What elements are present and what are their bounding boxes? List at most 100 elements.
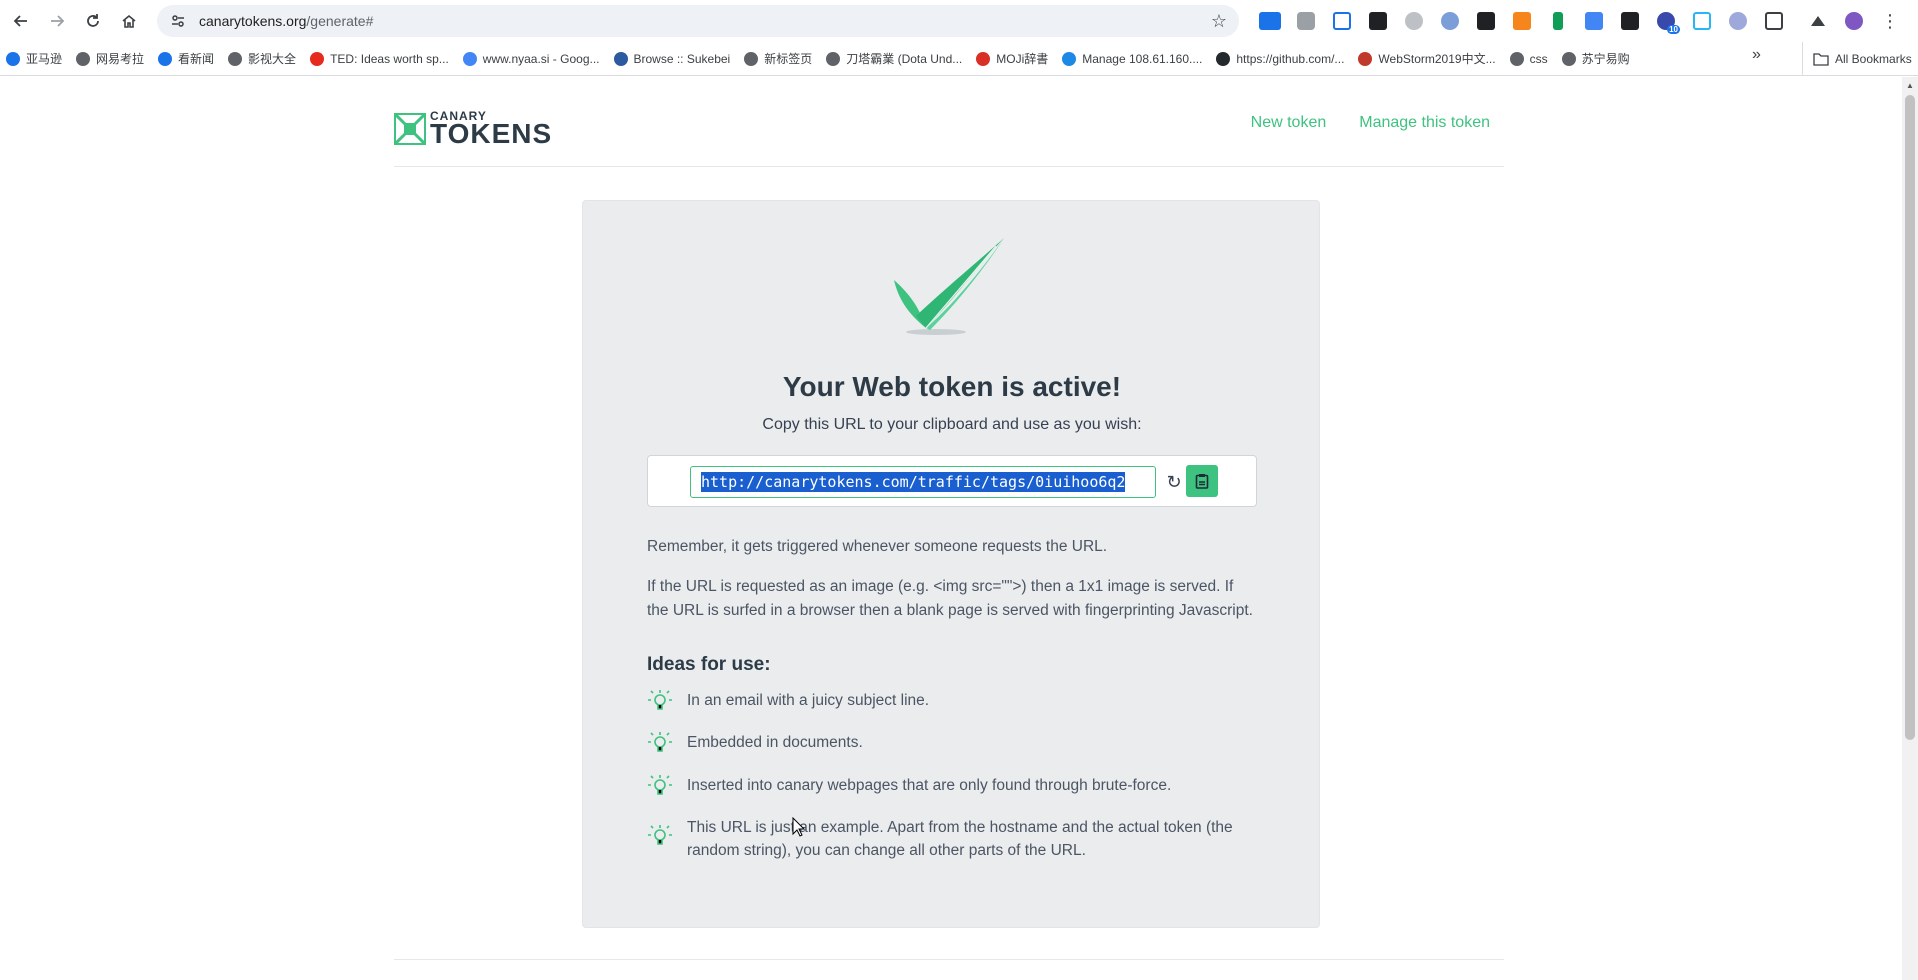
token-active-heading: Your Web token is active! bbox=[782, 371, 1122, 402]
url-host: canarytokens.org bbox=[199, 13, 307, 29]
lightbulb-icon bbox=[648, 775, 672, 795]
reload-icon[interactable] bbox=[78, 6, 108, 36]
x-extension-icon[interactable] bbox=[1360, 8, 1396, 34]
bookmark-label: Manage 108.61.160.... bbox=[1082, 51, 1203, 66]
browser-toolbar: canarytokens.org/generate# ☆ 10 ⋮ bbox=[0, 0, 1918, 42]
bookmarks-bar: 亚马逊 网易考拉 看新闻 影视大全 TED: Ideas worth sp... www.… bbox=[0, 42, 1918, 76]
metamask-extension-icon[interactable] bbox=[1504, 8, 1540, 34]
image-served-note: If the URL is requested as an image (e.g… bbox=[647, 578, 1253, 619]
idea-item: Embedded in documents. bbox=[647, 730, 1257, 756]
grid-extension-icon[interactable] bbox=[1468, 8, 1504, 34]
badge-extension-icon[interactable]: 10 bbox=[1648, 8, 1684, 34]
leaf-extension-icon[interactable] bbox=[1540, 8, 1576, 34]
manage-token-link[interactable]: Manage this token bbox=[1359, 114, 1490, 132]
address-url[interactable]: canarytokens.org/generate# bbox=[199, 13, 373, 29]
idea-text: In an email with a juicy subject line. bbox=[687, 692, 930, 709]
footer-divider bbox=[394, 959, 1504, 960]
canary-tokens-logo[interactable]: CANARY TOKENS bbox=[394, 110, 552, 148]
copy-instruction: Copy this URL to your clipboard and use … bbox=[762, 416, 1142, 433]
bookmark-item[interactable]: WebStorm2019中文... bbox=[1352, 46, 1501, 72]
idea-item: In an email with a juicy subject line. bbox=[647, 688, 1257, 714]
bookmark-item[interactable]: 亚马逊 bbox=[0, 46, 68, 72]
token-url-input[interactable]: http://canarytokens.com/traffic/tags/0iu… bbox=[690, 466, 1156, 498]
bookmark-favicon-icon bbox=[1561, 51, 1576, 66]
extensions-row: 10 ⋮ bbox=[1252, 8, 1908, 34]
bookmark-favicon-icon bbox=[826, 51, 841, 66]
bookmark-label: 苏宁易购 bbox=[1581, 52, 1630, 66]
lightbulb-icon bbox=[648, 732, 672, 752]
tv-extension-icon[interactable] bbox=[1684, 8, 1720, 34]
translate-extension-icon[interactable] bbox=[1576, 8, 1612, 34]
idea-item: Inserted into canary webpages that are o… bbox=[647, 773, 1257, 799]
bookmark-favicon-icon bbox=[613, 51, 628, 66]
token-card: Your Web token is active! Copy this URL … bbox=[582, 200, 1320, 928]
bookmark-item[interactable]: https://github.com/... bbox=[1210, 46, 1350, 72]
pen-extension-icon[interactable] bbox=[1432, 8, 1468, 34]
canary-logo-icon bbox=[394, 113, 426, 145]
all-bookmarks-button[interactable]: All Bookmarks bbox=[1802, 42, 1912, 76]
bookmark-favicon-icon bbox=[462, 51, 477, 66]
site-nav: New token Manage this token bbox=[1251, 114, 1490, 132]
bookmark-label: 亚马逊 bbox=[26, 52, 63, 66]
bookmark-item[interactable]: MOJi辞書 bbox=[970, 46, 1054, 72]
bookmark-favicon-icon bbox=[6, 51, 20, 66]
bookmark-item[interactable]: 影视大全 bbox=[222, 46, 302, 72]
copy-to-clipboard-button[interactable] bbox=[1186, 465, 1218, 497]
bookmark-item[interactable]: TED: Ideas worth sp... bbox=[304, 46, 455, 72]
bookmark-label: Browse :: Sukebei bbox=[633, 51, 731, 66]
bookmark-item[interactable]: 刀塔霸業 (Dota Und... bbox=[820, 46, 968, 72]
camera-extension-icon[interactable] bbox=[1288, 8, 1324, 34]
menu-icon[interactable]: ⋮ bbox=[1872, 8, 1908, 34]
bookmark-star-icon[interactable]: ☆ bbox=[1211, 11, 1227, 32]
page-viewport: CANARY TOKENS New token Manage this toke… bbox=[0, 77, 1902, 980]
bookmark-favicon-icon bbox=[976, 51, 991, 66]
bookmark-label: MOJi辞書 bbox=[996, 52, 1049, 66]
address-bar[interactable]: canarytokens.org/generate# ☆ bbox=[157, 5, 1239, 37]
screenshot-extension-icon[interactable] bbox=[1324, 8, 1360, 34]
site-info-icon[interactable] bbox=[169, 12, 187, 30]
bookmark-item[interactable]: 新标签页 bbox=[738, 46, 818, 72]
clipboard-icon bbox=[1195, 474, 1209, 489]
home-icon[interactable] bbox=[114, 6, 144, 36]
page-scrollbar[interactable]: ▲ bbox=[1902, 77, 1918, 980]
bookmark-label: 影视大全 bbox=[248, 52, 297, 66]
idea-item: This URL is just an example. Apart from … bbox=[647, 815, 1257, 862]
terminal-extension-icon[interactable] bbox=[1612, 8, 1648, 34]
url-path: /generate# bbox=[306, 13, 374, 29]
scroll-up-icon[interactable]: ▲ bbox=[1906, 81, 1914, 90]
bookmark-label: TED: Ideas worth sp... bbox=[330, 51, 449, 66]
profile-avatar[interactable] bbox=[1836, 8, 1872, 34]
new-token-link[interactable]: New token bbox=[1251, 114, 1327, 132]
new-extension-icon[interactable] bbox=[1252, 8, 1288, 34]
idea-text: Inserted into canary webpages that are o… bbox=[687, 777, 1172, 794]
refresh-icon[interactable]: ↻ bbox=[1163, 470, 1185, 494]
bookmark-item[interactable]: 看新闻 bbox=[152, 46, 220, 72]
bookmark-item[interactable]: Browse :: Sukebei bbox=[608, 46, 737, 72]
puzzle-icon[interactable] bbox=[1756, 8, 1792, 34]
scrollbar-thumb[interactable] bbox=[1905, 95, 1915, 740]
bookmarks-overflow-icon[interactable]: » bbox=[1752, 46, 1761, 64]
back-icon[interactable] bbox=[6, 6, 36, 36]
folder-icon bbox=[1813, 53, 1829, 66]
labs-icon[interactable] bbox=[1800, 8, 1836, 34]
cloud-extension-icon[interactable] bbox=[1720, 8, 1756, 34]
idea-text: Embedded in documents. bbox=[687, 734, 863, 751]
mouse-cursor-icon bbox=[792, 817, 806, 837]
bookmark-item[interactable]: 苏宁易购 bbox=[1556, 46, 1636, 72]
site-header: CANARY TOKENS New token Manage this toke… bbox=[394, 77, 1504, 167]
bookmark-item[interactable]: Manage 108.61.160.... bbox=[1056, 46, 1208, 72]
idea-text: This URL is just an example. Apart from … bbox=[687, 819, 1233, 859]
gear-extension-icon[interactable] bbox=[1396, 8, 1432, 34]
bookmark-label: www.nyaa.si - Goog... bbox=[482, 51, 600, 66]
bookmark-label: 网易考拉 bbox=[96, 52, 145, 66]
bookmark-favicon-icon bbox=[1509, 51, 1524, 66]
bookmark-item[interactable]: 网易考拉 bbox=[70, 46, 150, 72]
bookmark-label: 看新闻 bbox=[178, 52, 215, 66]
token-url-box: http://canarytokens.com/traffic/tags/0iu… bbox=[647, 455, 1257, 507]
lightbulb-icon bbox=[648, 825, 672, 845]
bookmark-label: css bbox=[1529, 51, 1548, 66]
forward-icon[interactable] bbox=[42, 6, 72, 36]
bookmark-favicon-icon bbox=[76, 51, 91, 66]
bookmark-item[interactable]: www.nyaa.si - Goog... bbox=[457, 46, 606, 72]
bookmark-item[interactable]: css bbox=[1504, 46, 1554, 72]
